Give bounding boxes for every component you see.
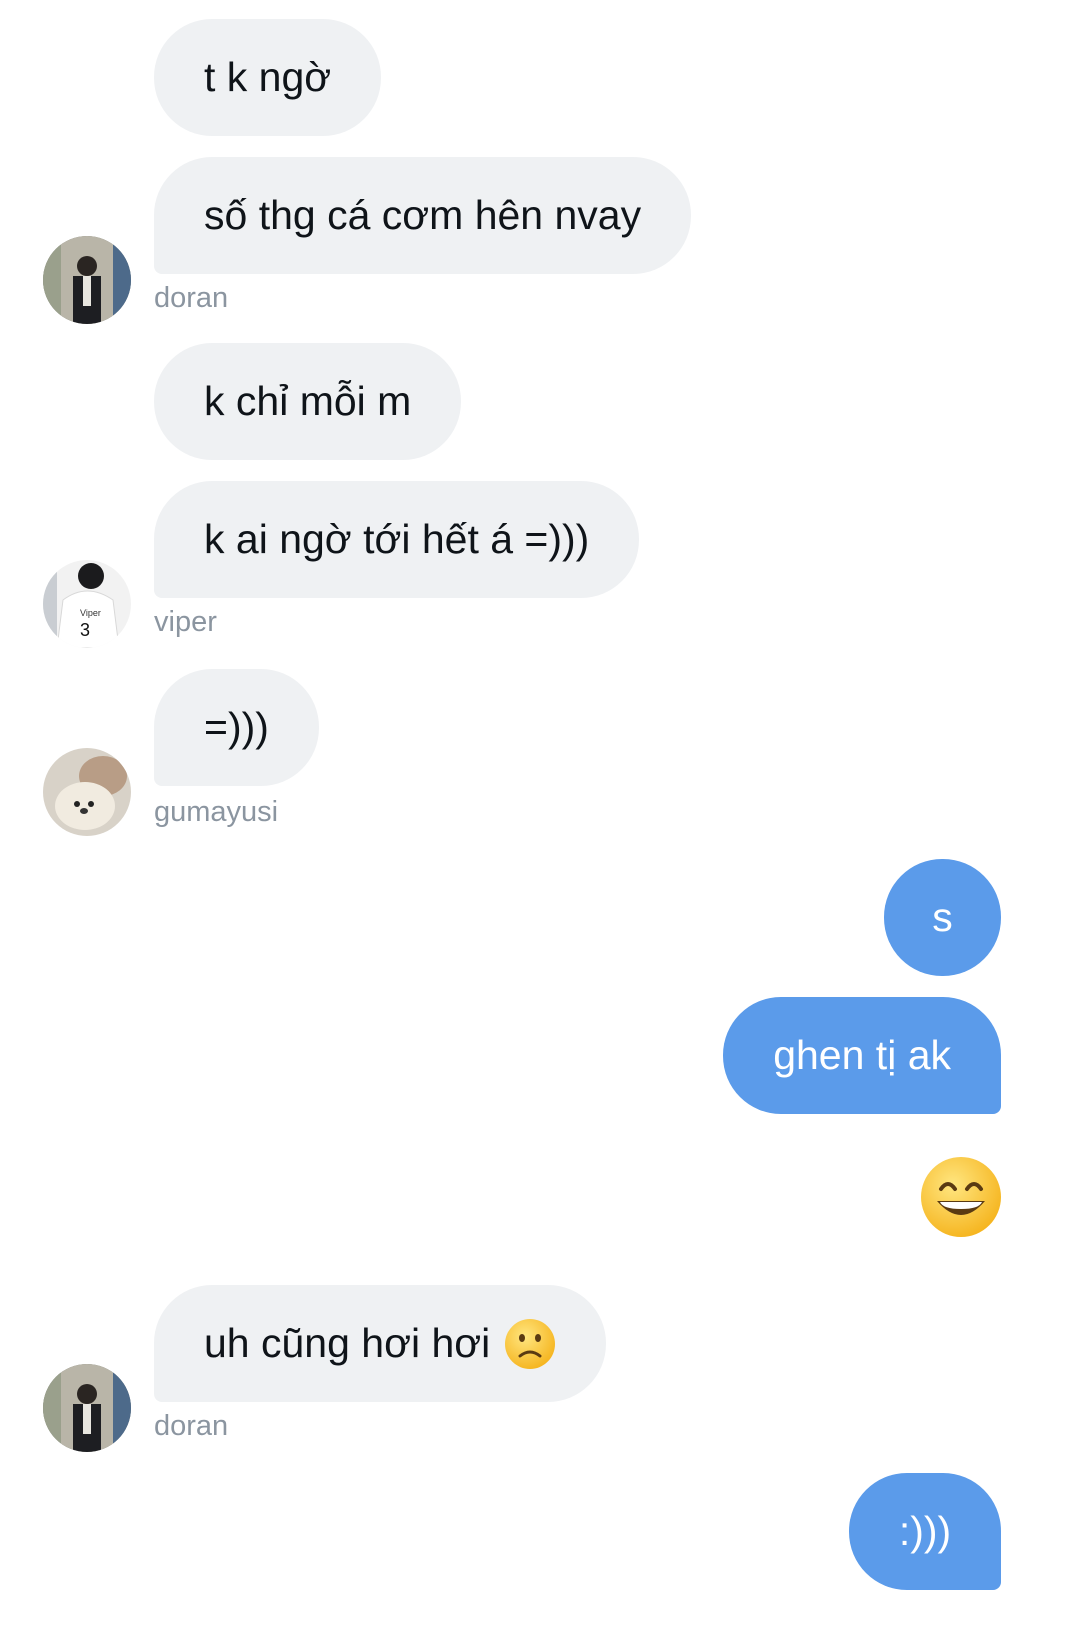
chat-thread: t k ngờ số thg cá cơm hên nvay doran k c…: [0, 0, 1080, 1628]
message-text: số thg cá cơm hên nvay: [204, 192, 642, 238]
avatar-gumayusi-image: [43, 748, 131, 836]
avatar-doran-image: [43, 1364, 131, 1452]
message-text: t k ngờ: [204, 54, 332, 100]
outgoing-message[interactable]: ghen tị ak: [723, 997, 1001, 1114]
incoming-message[interactable]: k chỉ mỗi m: [154, 343, 462, 460]
avatar-doran-image: [43, 236, 131, 324]
svg-text:Viper: Viper: [80, 608, 101, 618]
incoming-message[interactable]: số thg cá cơm hên nvay: [154, 157, 692, 274]
avatar-viper[interactable]: Viper 3: [43, 560, 131, 648]
avatar-doran[interactable]: [43, 236, 131, 324]
slightly-frowning-face-icon: [505, 1318, 556, 1369]
grinning-face-icon: [921, 1157, 1001, 1237]
sender-name: gumayusi: [154, 796, 279, 828]
incoming-message[interactable]: =))): [154, 669, 319, 786]
grinning-face-emoji[interactable]: [919, 1155, 1003, 1239]
message-text: ghen tị ak: [773, 1032, 951, 1078]
message-text: =))): [204, 704, 269, 750]
incoming-message[interactable]: uh cũng hơi hơi: [154, 1285, 607, 1402]
message-text: :))): [898, 1508, 952, 1554]
sender-name: doran: [154, 1410, 229, 1442]
svg-text:3: 3: [80, 620, 90, 640]
incoming-message[interactable]: k ai ngờ tới hết á =))): [154, 481, 640, 598]
sender-name: doran: [154, 282, 229, 314]
avatar-gumayusi[interactable]: [43, 748, 131, 836]
message-text: k chỉ mỗi m: [204, 378, 412, 424]
incoming-message[interactable]: t k ngờ: [154, 19, 382, 136]
avatar-viper-image: Viper 3: [43, 560, 131, 648]
message-text: s: [932, 894, 953, 940]
outgoing-message[interactable]: :))): [849, 1473, 1001, 1590]
outgoing-message[interactable]: s: [884, 859, 1001, 976]
message-text: k ai ngờ tới hết á =))): [204, 516, 590, 562]
avatar-doran[interactable]: [43, 1364, 131, 1452]
sender-name: viper: [154, 606, 217, 638]
message-text: uh cũng hơi hơi: [204, 1320, 491, 1366]
